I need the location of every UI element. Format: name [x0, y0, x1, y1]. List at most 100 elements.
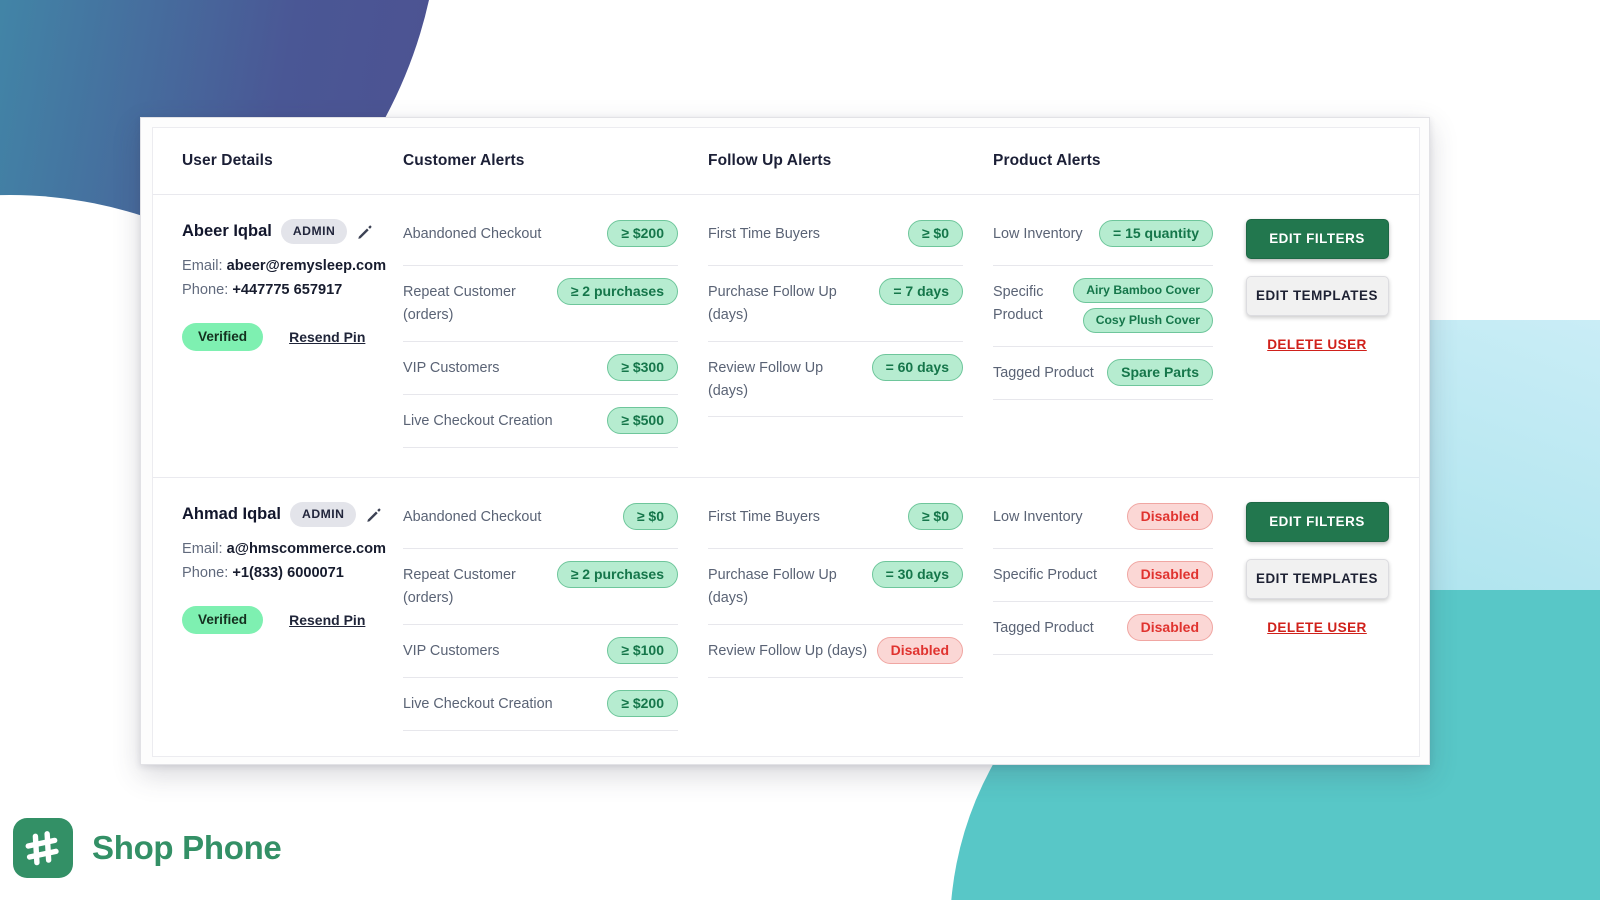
- alert-value-badge: = 7 days: [879, 278, 963, 305]
- alert-row: Tagged Product Spare Parts: [993, 347, 1213, 400]
- user-phone-line: Phone: +447775 657917: [182, 281, 343, 298]
- role-badge: ADMIN: [290, 502, 357, 527]
- alert-value-group: ≥ $0: [622, 503, 678, 530]
- user-row: Ahmad Iqbal ADMIN Email: a@hmscommerce.com…: [153, 478, 1419, 758]
- delete-user-link[interactable]: DELETE USER: [1267, 337, 1367, 352]
- alert-value-badge: = 60 days: [871, 353, 963, 381]
- user-email-line: Email: a@hmscommerce.com: [182, 541, 387, 557]
- alert-value-group: ≥ $200: [607, 220, 678, 247]
- alert-value-group: Spare Parts: [1107, 359, 1213, 386]
- status-badge-disabled: Disabled: [1126, 561, 1213, 588]
- user-name: Abeer Iqbal: [182, 222, 272, 240]
- status-badge-disabled: Disabled: [1126, 614, 1213, 641]
- role-badge: ADMIN: [280, 219, 348, 244]
- edit-templates-button[interactable]: EDIT TEMPLATES: [1245, 276, 1389, 316]
- alert-value-group: ≥ $300: [607, 353, 678, 381]
- alert-row: Review Follow Up (days) Disabled: [708, 625, 963, 678]
- alert-label: Abandoned Checkout: [403, 226, 542, 242]
- alert-row: Abandoned Checkout ≥ $200: [403, 219, 678, 266]
- alert-row: Repeat Customer (orders) ≥ 2 purchases: [403, 266, 678, 342]
- edit-user-icon[interactable]: [365, 506, 383, 524]
- alert-list: Low Inventory Disabled Specific Product Dis…: [993, 478, 1243, 758]
- users-panel: User Details Customer Alerts Follow Up A…: [152, 127, 1420, 757]
- brand-logo: Shop Phone: [13, 818, 282, 878]
- alert-row: Tagged Product Disabled: [993, 602, 1213, 655]
- alert-label: Live Checkout Creation: [403, 695, 553, 712]
- column-header-customer-alerts: Customer Alerts: [403, 152, 525, 169]
- alert-row: Purchase Follow Up (days) = 7 days: [708, 266, 963, 342]
- alert-value-group: Disabled: [1126, 503, 1213, 530]
- alert-row: Repeat Customer (orders) ≥ 2 purchases: [403, 549, 678, 625]
- alert-value-badge: ≥ $500: [607, 406, 678, 434]
- alert-value-group: ≥ $100: [607, 636, 678, 664]
- user-email-line: Email: abeer@remysleep.com: [182, 258, 387, 274]
- alert-row: First Time Buyers ≥ $0: [708, 502, 963, 549]
- user-details-cell: Abeer Iqbal ADMIN Email: abeer@remysleep.c…: [153, 195, 403, 477]
- alert-value-badge: ≥ 2 purchases: [556, 561, 678, 588]
- alert-label: Repeat Customer (orders): [403, 567, 516, 607]
- column-header-user-details: User Details: [182, 152, 273, 169]
- user-rows: Abeer Iqbal ADMIN Email: abeer@remysleep.c…: [153, 195, 1419, 758]
- edit-user-icon[interactable]: [356, 223, 374, 241]
- alert-value-group: ≥ $0: [907, 503, 963, 530]
- alert-value-group: = 15 quantity: [1099, 220, 1213, 247]
- alert-label: Review Follow Up (days): [708, 359, 824, 399]
- alert-list: Low Inventory = 15 quantity Specific Produ…: [993, 195, 1243, 477]
- alert-label: VIP Customers: [403, 642, 500, 659]
- alert-label: Repeat Customer (orders): [403, 284, 516, 324]
- alert-row: Specific Product Disabled: [993, 549, 1213, 602]
- alert-value-group: Disabled: [1126, 561, 1213, 588]
- alert-row: Specific Product Airy Bamboo Cover Cosy Pl…: [993, 266, 1213, 347]
- alert-label: Review Follow Up (days): [708, 642, 868, 659]
- hash-icon: [13, 818, 73, 878]
- alert-value-group: ≥ 2 purchases: [556, 561, 678, 588]
- alert-label: Abandoned Checkout: [403, 509, 542, 525]
- alert-label: Tagged Product: [993, 365, 1094, 381]
- alert-value-badge: ≥ $200: [607, 689, 678, 717]
- delete-user-link[interactable]: DELETE USER: [1267, 620, 1367, 635]
- alert-value-badge: Cosy Plush Cover: [1082, 308, 1213, 333]
- edit-templates-button[interactable]: EDIT TEMPLATES: [1245, 559, 1389, 599]
- resend-pin-link[interactable]: Resend Pin: [289, 612, 365, 628]
- alert-row: Low Inventory = 15 quantity: [993, 219, 1213, 266]
- column-header-follow-up-alerts: Follow Up Alerts: [708, 152, 832, 169]
- resend-pin-link[interactable]: Resend Pin: [289, 329, 365, 345]
- alert-label: Specific Product: [993, 284, 1044, 324]
- edit-filters-button[interactable]: EDIT FILTERS: [1245, 219, 1389, 259]
- alert-value-badge: ≥ $100: [607, 636, 678, 664]
- alert-value-badge: ≥ $200: [607, 220, 678, 247]
- user-contact: Email: a@hmscommerce.com Phone: +1(833) 6…: [182, 538, 403, 585]
- row-actions: EDIT FILTERS EDIT TEMPLATES DELETE USER: [1243, 478, 1419, 758]
- user-details-cell: Ahmad Iqbal ADMIN Email: a@hmscommerce.com…: [153, 478, 403, 758]
- status-badge-verified: Verified: [182, 323, 264, 352]
- alert-value-badge: ≥ $0: [907, 220, 963, 247]
- user-row: Abeer Iqbal ADMIN Email: abeer@remysleep.c…: [153, 195, 1419, 478]
- alert-value-group: ≥ 2 purchases: [556, 278, 678, 305]
- alert-value-badge: Airy Bamboo Cover: [1073, 278, 1213, 303]
- alert-row: VIP Customers ≥ $300: [403, 342, 678, 395]
- column-header-product-alerts: Product Alerts: [993, 152, 1101, 169]
- alert-value-group: Disabled: [1126, 614, 1213, 641]
- alert-value-badge: ≥ $300: [607, 353, 678, 381]
- alert-list: Abandoned Checkout ≥ $0 Repeat Customer (o…: [403, 478, 708, 758]
- alert-value-group: Airy Bamboo Cover Cosy Plush Cover: [1073, 278, 1213, 333]
- alert-label: Purchase Follow Up (days): [708, 567, 837, 607]
- alert-row: VIP Customers ≥ $100: [403, 625, 678, 678]
- alert-row: Abandoned Checkout ≥ $0: [403, 502, 678, 549]
- status-badge-disabled: Disabled: [876, 636, 963, 664]
- alert-row: Purchase Follow Up (days) = 30 days: [708, 549, 963, 625]
- alert-value-group: ≥ $500: [607, 406, 678, 434]
- status-badge-verified: Verified: [182, 606, 264, 635]
- alert-label: First Time Buyers: [708, 226, 820, 242]
- alert-value-badge: = 15 quantity: [1099, 220, 1213, 247]
- alert-list: Abandoned Checkout ≥ $200 Repeat Customer …: [403, 195, 708, 477]
- alert-row: Live Checkout Creation ≥ $500: [403, 395, 678, 448]
- alert-label: Specific Product: [993, 567, 1097, 583]
- alert-row: Live Checkout Creation ≥ $200: [403, 678, 678, 731]
- row-actions: EDIT FILTERS EDIT TEMPLATES DELETE USER: [1243, 195, 1419, 477]
- edit-filters-button[interactable]: EDIT FILTERS: [1245, 502, 1389, 542]
- alert-label: Low Inventory: [993, 226, 1083, 242]
- alert-row: Review Follow Up (days) = 60 days: [708, 342, 963, 418]
- alert-value-group: = 7 days: [879, 278, 963, 305]
- brand-name: Shop Phone: [92, 829, 282, 866]
